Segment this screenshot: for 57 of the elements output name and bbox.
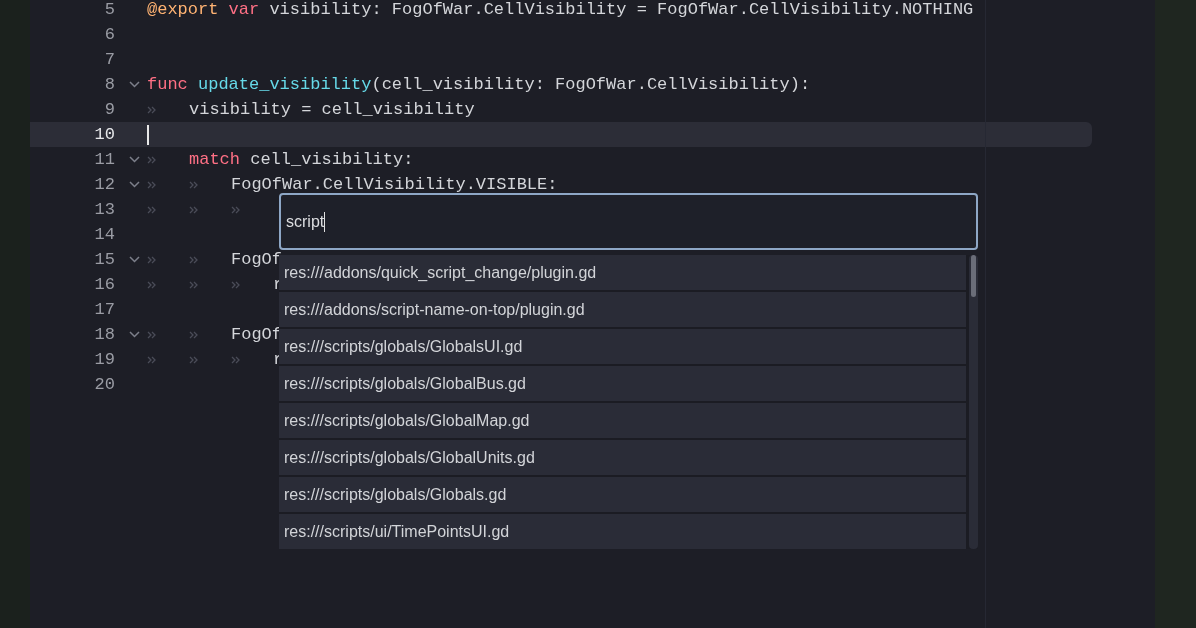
line-number: 19	[93, 348, 115, 371]
code-text: @export var visibility: FogOfWar.CellVisibility = FogOfWar.CellVisibility.NOTHING	[147, 0, 974, 21]
line-number: 16	[93, 273, 115, 296]
fold-chevron-icon[interactable]	[128, 156, 140, 163]
line-number: 12	[93, 173, 115, 196]
fold-chevron-icon[interactable]	[128, 81, 140, 88]
line-number: 8	[103, 73, 115, 96]
file-result-item[interactable]: res:///scripts/ui/TimePointsUI.gd	[279, 514, 966, 549]
line-number: 9	[103, 98, 115, 121]
tab-marker-icon	[147, 154, 157, 165]
tab-marker-icon	[147, 204, 157, 215]
tab-marker-icon	[147, 104, 157, 115]
fold-chevron-icon[interactable]	[128, 256, 140, 263]
text-cursor	[147, 124, 149, 145]
code-text: match cell_visibility:	[189, 148, 414, 171]
fold-chevron-icon[interactable]	[128, 331, 140, 338]
line-number: 17	[93, 298, 115, 321]
code-text: func update_visibility(cell_visibility: FogOfWar.CellVisibility):	[147, 73, 811, 96]
tab-marker-icon	[189, 254, 199, 265]
tab-marker-icon	[147, 329, 157, 340]
line-number: 11	[93, 148, 115, 171]
tab-marker-icon	[147, 254, 157, 265]
tab-marker-icon	[231, 279, 241, 290]
tab-marker-icon	[189, 179, 199, 190]
scrollbar-thumb[interactable]	[971, 255, 976, 297]
fold-chevron-icon[interactable]	[128, 181, 140, 188]
code-text: FogOf	[231, 323, 282, 346]
line-number: 7	[103, 48, 115, 71]
line-number: 5	[103, 0, 115, 21]
scrollbar[interactable]	[969, 255, 978, 549]
file-result-item[interactable]: res:///scripts/globals/GlobalsUI.gd	[279, 329, 966, 364]
file-result-item[interactable]: res:///scripts/globals/GlobalBus.gd	[279, 366, 966, 401]
tab-marker-icon	[189, 329, 199, 340]
line-number: 18	[93, 323, 115, 346]
code-text: FogOfWar.CellVisibility.VISIBLE:	[231, 173, 558, 196]
file-result-item[interactable]: res:///scripts/globals/Globals.gd	[279, 477, 966, 512]
line-number: 20	[93, 373, 115, 396]
search-field[interactable]: script	[279, 193, 978, 250]
code-text: visibility = cell_visibility	[189, 98, 475, 121]
line-number: 10	[93, 123, 115, 146]
tab-marker-icon	[231, 204, 241, 215]
line-number: 15	[93, 248, 115, 271]
code-text: FogOf	[231, 248, 282, 271]
tab-marker-icon	[189, 354, 199, 365]
tab-marker-icon	[147, 179, 157, 190]
file-result-item[interactable]: res:///addons/script-name-on-top/plugin.gd	[279, 292, 966, 327]
file-result-item[interactable]: res:///scripts/globals/GlobalMap.gd	[279, 403, 966, 438]
tab-marker-icon	[231, 354, 241, 365]
tab-marker-icon	[189, 279, 199, 290]
line-number: 13	[93, 198, 115, 221]
tab-marker-icon	[147, 279, 157, 290]
tab-marker-icon	[147, 354, 157, 365]
line-number: 6	[103, 23, 115, 46]
line-number: 14	[93, 223, 115, 246]
file-result-item[interactable]: res:///addons/quick_script_change/plugin.gd	[279, 255, 966, 290]
tab-marker-icon	[189, 204, 199, 215]
file-result-item[interactable]: res:///scripts/globals/GlobalUnits.gd	[279, 440, 966, 475]
